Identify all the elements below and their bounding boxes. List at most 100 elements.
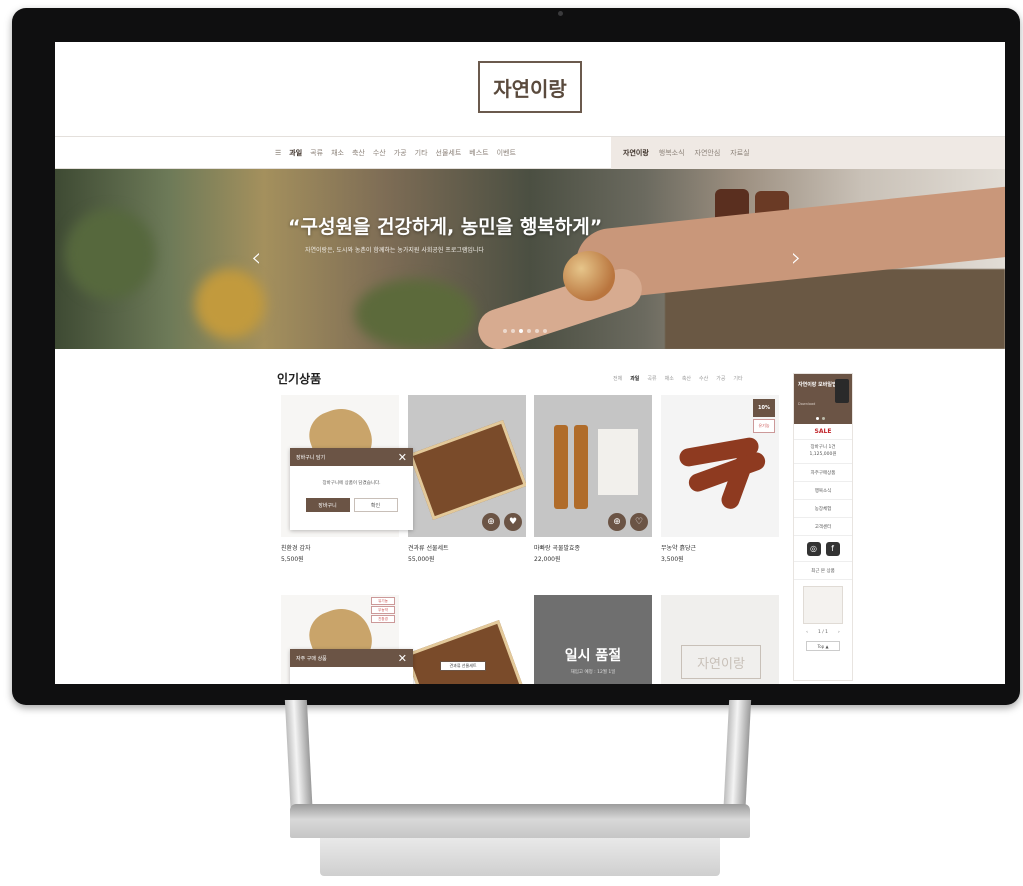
nut-gift-box [408, 620, 523, 684]
gnb-item[interactable]: 가공 [394, 148, 407, 158]
banner-dot[interactable] [816, 417, 819, 420]
gnb-item[interactable]: 채소 [331, 148, 344, 158]
bottle [554, 425, 568, 509]
product-card[interactable]: 10% 유기농 무농약 흙당근 3,500원 [661, 395, 779, 563]
tab-seafood[interactable]: 수산 [699, 375, 708, 382]
badge: 유기농 [371, 597, 395, 605]
app-banner[interactable]: 자연이랑 모바일앱 Download [794, 374, 852, 424]
nut-gift-box [409, 420, 526, 520]
gnb-item[interactable]: 행복소식 [659, 148, 685, 158]
pager-status: 1 / 1 [817, 630, 829, 635]
hero-next-arrow-icon[interactable]: › [791, 245, 801, 271]
category-tabs: 전체 과일 곡류 채소 축산 수산 가공 기타 [613, 375, 743, 382]
pager-next-icon[interactable]: › [838, 630, 840, 635]
tab-etc[interactable]: 기타 [733, 375, 742, 382]
cart-total: 1,125,000원 [809, 451, 837, 457]
product-price: 5,500원 [281, 556, 304, 563]
product-image[interactable]: ⊕ ♡ [534, 395, 652, 537]
product-card[interactable]: ⊕ ♥ 견과류 선물세트 55,000원 [408, 395, 526, 563]
quick-link[interactable]: 행복소식 [794, 482, 852, 500]
product-name[interactable]: 견과류 선물세트 [408, 543, 526, 552]
camera-dot [558, 11, 563, 16]
close-icon[interactable]: ✕ [398, 452, 407, 463]
tab-vegetable[interactable]: 채소 [665, 375, 674, 382]
gnb-item[interactable]: 이벤트 [497, 148, 516, 158]
menu-icon[interactable]: ☰ [275, 149, 281, 157]
go-cart-button[interactable]: 장바구니 [305, 498, 350, 512]
hero-dot-active[interactable] [519, 329, 523, 333]
site-logo[interactable]: 자연이랑 [478, 61, 582, 113]
gnb-item[interactable]: 선물세트 [436, 148, 462, 158]
gnb-item[interactable]: 베스트 [469, 148, 488, 158]
product-card[interactable]: 견과류 선물세트 [408, 595, 526, 684]
gnb-item[interactable]: 자연안심 [695, 148, 721, 158]
tab-all[interactable]: 전체 [613, 375, 622, 382]
gnb-item[interactable]: 자료실 [730, 148, 749, 158]
stand-arm-left [284, 700, 314, 820]
hero-prev-arrow-icon[interactable]: ‹ [251, 245, 261, 271]
hero-dot[interactable] [503, 329, 507, 333]
stand-base-bottom [320, 838, 720, 876]
gnb-item[interactable]: 자연이랑 [623, 148, 649, 158]
quick-link[interactable]: 농장체험 [794, 500, 852, 518]
badge: 친환경 [371, 615, 395, 623]
website-screen: 자연이랑 ☰ 과일 곡류 채소 축산 수산 가공 기타 선물세트 베스트 이벤트… [55, 42, 1005, 684]
product-card-soldout[interactable]: 일시 품절 재입고 예정 : 12월 1일 [534, 595, 652, 684]
soldout-subtext: 재입고 예정 : 12월 1일 [570, 670, 616, 675]
hero-dot[interactable] [535, 329, 539, 333]
gnb-item[interactable]: 과일 [289, 148, 302, 158]
hero-dot[interactable] [543, 329, 547, 333]
popup-header: 자주 구매 상품 ✕ [290, 649, 413, 667]
tab-fruit[interactable]: 과일 [630, 375, 639, 382]
product-price: 22,000원 [534, 556, 561, 563]
scroll-top-button[interactable]: Top ▲ [806, 641, 840, 651]
instagram-icon[interactable]: ◎ [806, 541, 821, 556]
badge: 무농약 [371, 606, 395, 614]
product-name[interactable]: 마빠랑 곡물발효종 [534, 543, 652, 552]
gnb-item[interactable]: 축산 [352, 148, 365, 158]
quick-link[interactable]: 자주구매상품 [794, 464, 852, 482]
monitor-stand-arm [284, 700, 752, 820]
product-image[interactable]: ⊕ ♥ [408, 395, 526, 537]
product-price: 55,000원 [408, 556, 435, 563]
product-name[interactable]: 무농약 흙당근 [661, 543, 779, 552]
product-card[interactable]: ⊕ ♡ 마빠랑 곡물발효종 22,000원 [534, 395, 652, 563]
gnb-info-menu: 자연이랑 행복소식 자연안심 자료실 [623, 137, 750, 169]
hero-dot[interactable] [511, 329, 515, 333]
product-label: 견과류 선물세트 [440, 661, 486, 671]
stand-arm-right [722, 700, 752, 820]
quick-link[interactable]: 고객센터 [794, 518, 852, 536]
gnb-item[interactable]: 수산 [373, 148, 386, 158]
gnb-item[interactable]: 기타 [415, 148, 428, 158]
package [598, 429, 638, 495]
facebook-icon[interactable]: f [825, 541, 840, 556]
pager-prev-icon[interactable]: ‹ [806, 630, 808, 635]
gnb-item[interactable]: 곡류 [310, 148, 323, 158]
tab-grain[interactable]: 곡류 [647, 375, 656, 382]
close-icon[interactable]: ✕ [398, 653, 407, 664]
product-name[interactable]: 친환경 감자 [281, 543, 399, 552]
sale-link[interactable]: SALE [794, 424, 852, 440]
tab-livestock[interactable]: 축산 [682, 375, 691, 382]
product-card[interactable]: 자연이랑 [661, 595, 779, 684]
banner-dot[interactable] [822, 417, 825, 420]
bottle [574, 425, 588, 509]
product-image[interactable]: 10% 유기농 [661, 395, 779, 537]
hero-dot[interactable] [527, 329, 531, 333]
cart-icon[interactable]: ⊕ [482, 513, 500, 531]
background-blur [65, 209, 155, 299]
section-title: 인기상품 [277, 372, 322, 386]
heart-icon[interactable]: ♥ [504, 513, 522, 531]
heart-icon[interactable]: ♡ [630, 513, 648, 531]
cart-summary[interactable]: 장바구니 1건 1,125,000원 [794, 440, 852, 464]
confirm-button[interactable]: 확인 [353, 498, 398, 512]
tab-processed[interactable]: 가공 [716, 375, 725, 382]
recent-product-thumbnail[interactable] [803, 586, 843, 624]
product-badges: 유기농 무농약 친환경 [371, 597, 395, 623]
soldout-label: 일시 품절 [564, 648, 622, 664]
app-banner-title: 자연이랑 모바일앱 [798, 382, 837, 388]
cart-icon[interactable]: ⊕ [608, 513, 626, 531]
frequent-purchase-popup: 자주 구매 상품 ✕ [290, 649, 413, 684]
recent-label: 최근 본 상품 [794, 562, 852, 580]
hero-subtext: 자연이랑은, 도시와 농촌이 함께하는 농가지원 사회공헌 프로그램입니다 [305, 247, 484, 254]
